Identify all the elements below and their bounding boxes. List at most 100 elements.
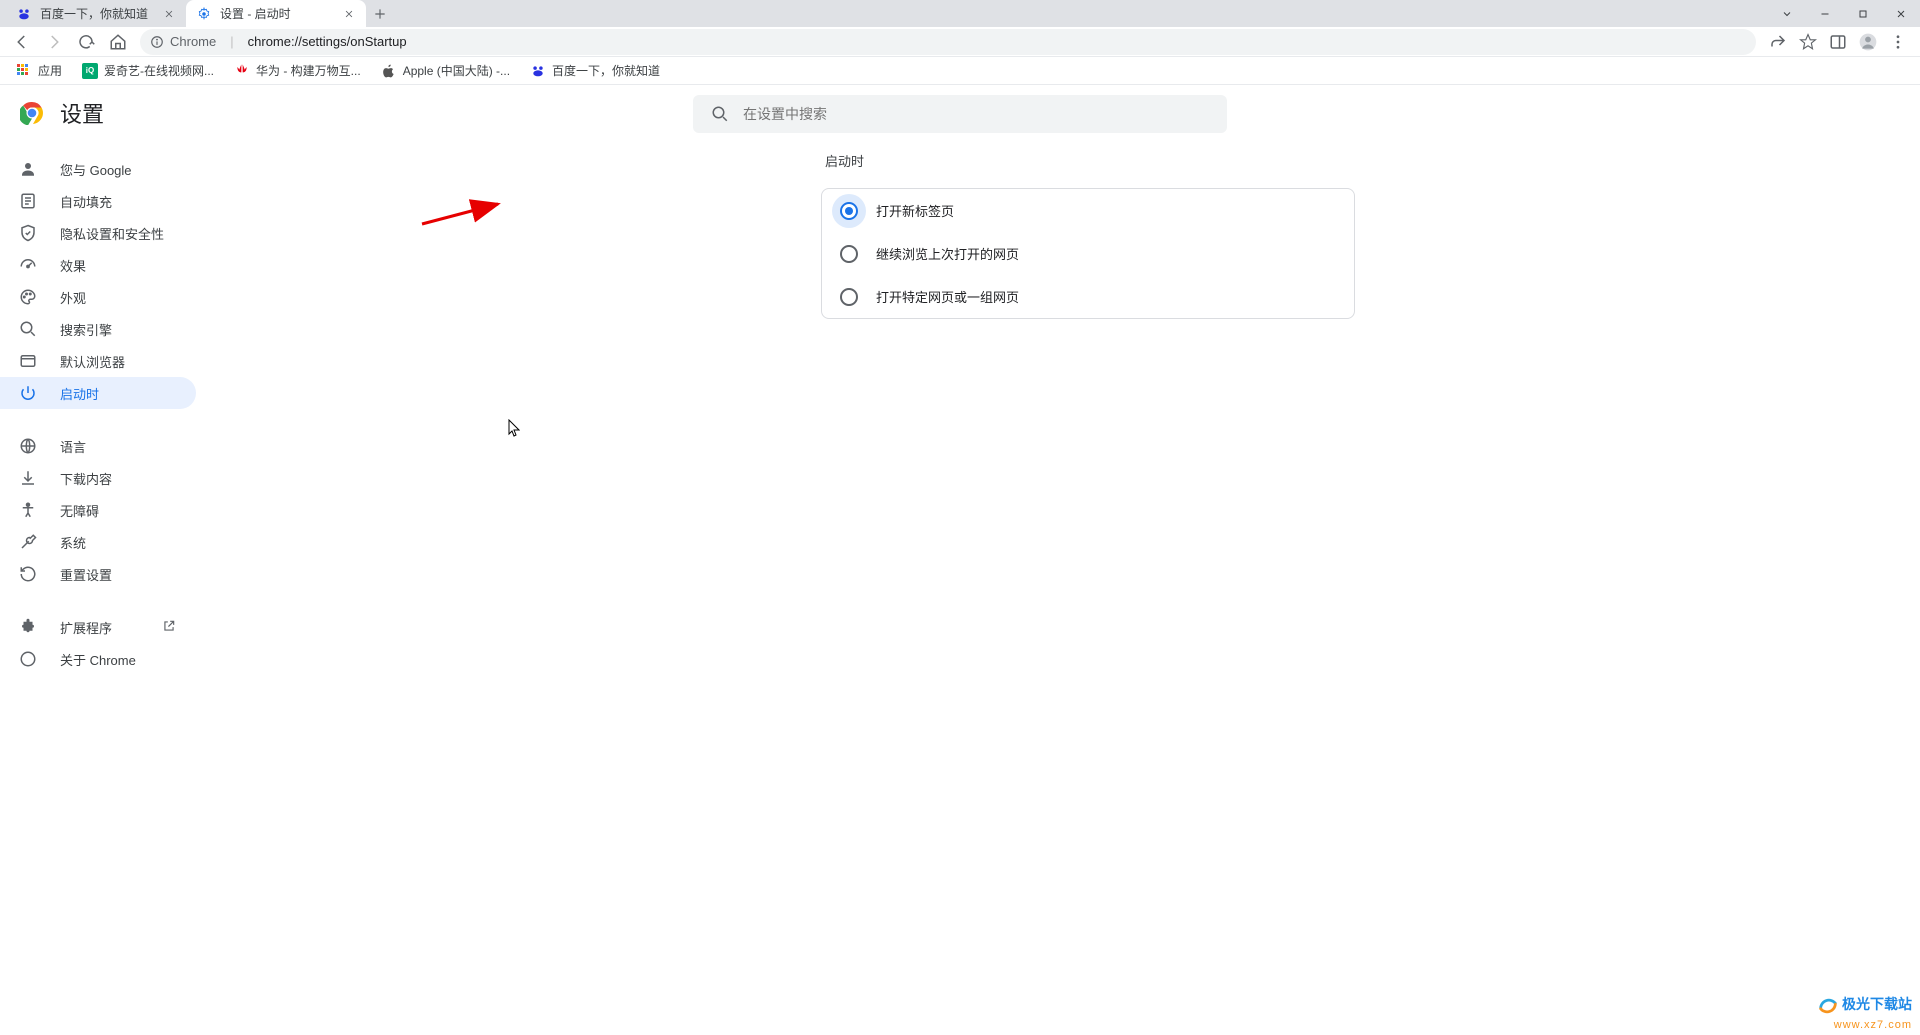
iqiyi-icon: iQ bbox=[82, 63, 98, 79]
sidebar-item-search-engine[interactable]: 搜索引擎 bbox=[0, 313, 196, 345]
bookmark-label: 爱奇艺-在线视频网... bbox=[104, 62, 214, 79]
close-window-button[interactable] bbox=[1882, 0, 1920, 27]
sidebar-item-about[interactable]: 关于 Chrome bbox=[0, 643, 196, 675]
caret-down-icon[interactable] bbox=[1768, 0, 1806, 27]
sidebar-item-on-startup[interactable]: 启动时 bbox=[0, 377, 196, 409]
bookmark-label: 百度一下，你就知道 bbox=[552, 62, 660, 79]
external-link-icon bbox=[162, 619, 178, 635]
chrome-logo-icon bbox=[20, 101, 44, 125]
browser-icon bbox=[18, 351, 38, 371]
radio-icon bbox=[840, 202, 858, 220]
sidebar-item-reset[interactable]: 重置设置 bbox=[0, 558, 196, 590]
page-title: 设置 bbox=[60, 97, 104, 129]
titlebar: 百度一下，你就知道 设置 - 启动时 bbox=[0, 0, 1920, 27]
wrench-icon bbox=[18, 532, 38, 552]
settings-content: 启动时 打开新标签页 继续浏览上次打开的网页 打开特定网页或一组网页 bbox=[256, 141, 1920, 1035]
tab-settings[interactable]: 设置 - 启动时 bbox=[186, 0, 366, 27]
search-icon bbox=[18, 319, 38, 339]
palette-icon bbox=[18, 287, 38, 307]
window-controls bbox=[1768, 0, 1920, 27]
radio-icon bbox=[840, 288, 858, 306]
bookmark-button[interactable] bbox=[1794, 28, 1822, 56]
sidebar-item-downloads[interactable]: 下载内容 bbox=[0, 462, 196, 494]
bookmark-apps[interactable]: 应用 bbox=[8, 59, 70, 82]
radio-icon bbox=[840, 245, 858, 263]
option-specific-pages[interactable]: 打开特定网页或一组网页 bbox=[822, 275, 1354, 318]
sidebar-item-extensions[interactable]: 扩展程序 bbox=[0, 611, 196, 643]
forward-button[interactable] bbox=[40, 28, 68, 56]
chrome-info-icon bbox=[150, 35, 164, 49]
option-label: 继续浏览上次打开的网页 bbox=[876, 244, 1019, 263]
address-secure-label: Chrome bbox=[170, 34, 216, 49]
globe-icon bbox=[18, 436, 38, 456]
reload-button[interactable] bbox=[72, 28, 100, 56]
sidebar-item-appearance[interactable]: 外观 bbox=[0, 281, 196, 313]
sidebar-item-accessibility[interactable]: 无障碍 bbox=[0, 494, 196, 526]
close-tab-button[interactable] bbox=[342, 7, 356, 21]
close-tab-button[interactable] bbox=[162, 7, 176, 21]
section-title: 启动时 bbox=[821, 151, 1355, 170]
bookmark-huawei[interactable]: 华为 - 构建万物互... bbox=[226, 59, 369, 82]
minimize-button[interactable] bbox=[1806, 0, 1844, 27]
share-button[interactable] bbox=[1764, 28, 1792, 56]
sidebar-item-autofill[interactable]: 自动填充 bbox=[0, 185, 196, 217]
site-info-button[interactable]: Chrome bbox=[150, 34, 216, 49]
apple-icon bbox=[381, 63, 397, 79]
option-new-tab[interactable]: 打开新标签页 bbox=[822, 189, 1354, 232]
address-bar[interactable]: Chrome | chrome://settings/onStartup bbox=[140, 29, 1756, 55]
sidebar-divider bbox=[0, 419, 256, 420]
settings-favicon-icon bbox=[196, 6, 212, 22]
search-icon bbox=[711, 105, 729, 123]
settings-search-input[interactable] bbox=[743, 106, 1209, 122]
new-tab-button[interactable] bbox=[366, 0, 394, 27]
address-url: chrome://settings/onStartup bbox=[248, 34, 407, 49]
tab-title: 设置 - 启动时 bbox=[220, 5, 342, 22]
huawei-icon bbox=[234, 63, 250, 79]
person-icon bbox=[18, 159, 38, 179]
back-button[interactable] bbox=[8, 28, 36, 56]
apps-icon bbox=[16, 63, 32, 79]
watermark: 极光下载站 www.xz7.com bbox=[1817, 994, 1912, 1031]
home-button[interactable] bbox=[104, 28, 132, 56]
maximize-button[interactable] bbox=[1844, 0, 1882, 27]
shield-icon bbox=[18, 223, 38, 243]
kebab-menu-button[interactable] bbox=[1884, 28, 1912, 56]
sidebar-item-default-browser[interactable]: 默认浏览器 bbox=[0, 345, 196, 377]
watermark-logo-icon bbox=[1817, 995, 1839, 1017]
option-continue[interactable]: 继续浏览上次打开的网页 bbox=[822, 232, 1354, 275]
sidebar-item-language[interactable]: 语言 bbox=[0, 430, 196, 462]
speed-icon bbox=[18, 255, 38, 275]
baidu-favicon-icon bbox=[16, 6, 32, 22]
sidebar-item-performance[interactable]: 效果 bbox=[0, 249, 196, 281]
bookmark-label: Apple (中国大陆) -... bbox=[403, 62, 510, 79]
settings-page: 设置 您与 Google 自动填充 隐私设置和安全性 效果 外观 搜索引擎 默认… bbox=[0, 85, 1920, 1035]
download-icon bbox=[18, 468, 38, 488]
page-header: 设置 bbox=[0, 85, 1920, 141]
bookmark-label: 应用 bbox=[38, 62, 62, 79]
option-label: 打开特定网页或一组网页 bbox=[876, 287, 1019, 306]
bookmark-apple[interactable]: Apple (中国大陆) -... bbox=[373, 59, 518, 82]
sidebar-divider bbox=[0, 600, 256, 601]
sidebar-item-system[interactable]: 系统 bbox=[0, 526, 196, 558]
startup-options-card: 打开新标签页 继续浏览上次打开的网页 打开特定网页或一组网页 bbox=[821, 188, 1355, 319]
extension-icon bbox=[18, 617, 38, 637]
settings-sidebar: 您与 Google 自动填充 隐私设置和安全性 效果 外观 搜索引擎 默认浏览器… bbox=[0, 141, 256, 1035]
profile-button[interactable] bbox=[1854, 28, 1882, 56]
autofill-icon bbox=[18, 191, 38, 211]
restore-icon bbox=[18, 564, 38, 584]
info-icon bbox=[18, 649, 38, 669]
bookmark-label: 华为 - 构建万物互... bbox=[256, 62, 361, 79]
side-panel-button[interactable] bbox=[1824, 28, 1852, 56]
sidebar-item-privacy[interactable]: 隐私设置和安全性 bbox=[0, 217, 196, 249]
bookmark-baidu[interactable]: 百度一下，你就知道 bbox=[522, 59, 668, 82]
tab-strip: 百度一下，你就知道 设置 - 启动时 bbox=[6, 0, 394, 27]
sidebar-item-you-and-google[interactable]: 您与 Google bbox=[0, 153, 196, 185]
tab-title: 百度一下，你就知道 bbox=[40, 5, 162, 22]
tab-baidu[interactable]: 百度一下，你就知道 bbox=[6, 0, 186, 27]
toolbar: Chrome | chrome://settings/onStartup bbox=[0, 27, 1920, 57]
bookmarks-bar: 应用 iQ 爱奇艺-在线视频网... 华为 - 构建万物互... Apple (… bbox=[0, 57, 1920, 85]
bookmark-iqiyi[interactable]: iQ 爱奇艺-在线视频网... bbox=[74, 59, 222, 82]
power-icon bbox=[18, 383, 38, 403]
baidu-icon bbox=[530, 63, 546, 79]
settings-search[interactable] bbox=[693, 95, 1227, 133]
